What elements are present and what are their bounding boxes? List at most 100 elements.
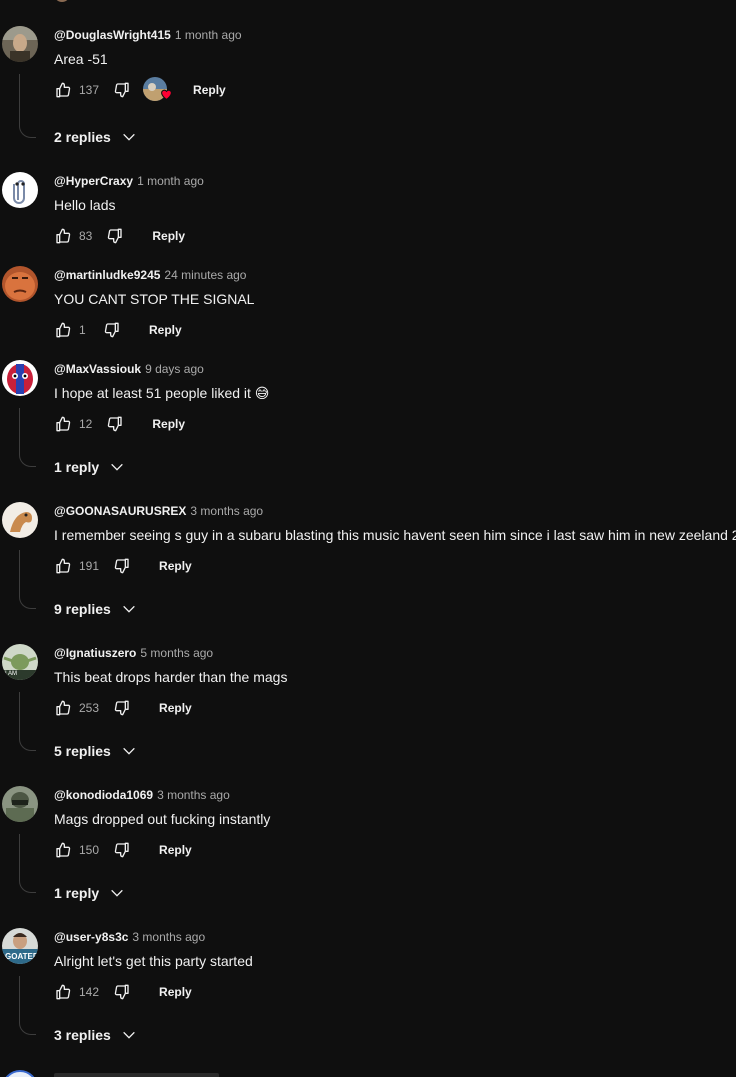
replies-count: 1 reply: [54, 459, 100, 475]
replies-toggle[interactable]: 1 reply: [54, 883, 125, 903]
comment-actions: 83 Reply: [54, 224, 185, 248]
reply-button[interactable]: Reply: [159, 559, 192, 573]
like-icon[interactable]: [54, 321, 72, 339]
chevron-down-icon: [109, 885, 125, 901]
reply-button[interactable]: Reply: [159, 701, 192, 715]
like-count: 150: [79, 843, 100, 857]
chevron-down-icon: [121, 129, 137, 145]
partial-avatar: [2, 1070, 38, 1077]
comment-author[interactable]: @Ignatiuszero: [54, 646, 136, 660]
replies-toggle[interactable]: 3 replies: [54, 1025, 137, 1045]
thread-connector: [19, 550, 36, 609]
dislike-icon[interactable]: [113, 699, 131, 717]
thread-connector: [19, 692, 36, 751]
thread-connector: [19, 976, 36, 1035]
reply-button[interactable]: Reply: [193, 83, 226, 97]
reply-button[interactable]: Reply: [159, 843, 192, 857]
spider-avatar[interactable]: [2, 360, 38, 396]
like-count: 142: [79, 985, 100, 999]
comment-thread: @DouglasWright415 1 month ago Area -51 13…: [0, 26, 736, 151]
dislike-icon[interactable]: [106, 415, 124, 433]
comment-time[interactable]: 1 month ago: [137, 174, 204, 188]
comment-author[interactable]: @konodioda1069: [54, 788, 153, 802]
thread-connector: [19, 408, 36, 467]
comment-text: Hello lads: [54, 197, 116, 213]
like-icon[interactable]: [54, 557, 72, 575]
comment-thread: GOATED @user-y8s3c 3 months ago Alright l…: [0, 928, 736, 1053]
comment-time[interactable]: 3 months ago: [190, 504, 263, 518]
comment-thread: @GOONASAURUSREX 3 months ago I remember s…: [0, 502, 736, 627]
yoda-avatar[interactable]: I AM: [2, 644, 38, 680]
comment-time[interactable]: 9 days ago: [145, 362, 204, 376]
reply-button[interactable]: Reply: [152, 417, 185, 431]
comments-section: @DouglasWright415 1 month ago Area -51 13…: [0, 0, 736, 1077]
comment-author[interactable]: @DouglasWright415: [54, 28, 171, 42]
comment-actions: 142 Reply: [54, 980, 192, 1004]
comment-text: Mags dropped out fucking instantly: [54, 811, 271, 827]
comment-text: I remember seeing s guy in a subaru blas…: [54, 527, 736, 543]
paperclip-avatar[interactable]: [2, 172, 38, 208]
reply-button[interactable]: Reply: [159, 985, 192, 999]
comment-author[interactable]: @GOONASAURUSREX: [54, 504, 186, 518]
chevron-down-icon: [121, 1027, 137, 1043]
comment-actions: 191 Reply: [54, 554, 192, 578]
dislike-icon[interactable]: [113, 983, 131, 1001]
replies-toggle[interactable]: 5 replies: [54, 741, 137, 761]
dino-avatar[interactable]: [2, 502, 38, 538]
replies-toggle[interactable]: 1 reply: [54, 457, 125, 477]
like-icon[interactable]: [54, 983, 72, 1001]
like-count: 137: [79, 83, 100, 97]
comment-actions: 137 Reply: [54, 77, 226, 103]
comment-thread: @martinludke9245 24 minutes ago YOU CANT …: [0, 266, 736, 346]
like-count: 191: [79, 559, 100, 573]
partial-next-comment: [0, 1068, 736, 1077]
partial-meta-bar: [54, 1073, 219, 1077]
comment-time[interactable]: 3 months ago: [157, 788, 230, 802]
like-icon[interactable]: [54, 415, 72, 433]
reply-button[interactable]: Reply: [152, 229, 185, 243]
comment-thread: @MaxVassiouk 9 days ago I hope at least 5…: [0, 360, 736, 485]
portrait-avatar[interactable]: [2, 26, 38, 62]
like-count: 253: [79, 701, 100, 715]
replies-toggle[interactable]: 9 replies: [54, 599, 137, 619]
replies-toggle[interactable]: 2 replies: [54, 127, 137, 147]
comment-thread: I AM @Ignatiuszero 5 months ago This beat…: [0, 644, 736, 769]
soldier-avatar[interactable]: [2, 786, 38, 822]
replies-count: 1 reply: [54, 885, 100, 901]
reply-button[interactable]: Reply: [149, 323, 182, 337]
comment-time[interactable]: 24 minutes ago: [164, 268, 246, 282]
comment-author[interactable]: @user-y8s3c: [54, 930, 128, 944]
comment-author[interactable]: @HyperCraxy: [54, 174, 133, 188]
avatar-text: I AM: [5, 671, 17, 677]
like-icon[interactable]: [54, 841, 72, 859]
dislike-icon[interactable]: [103, 321, 121, 339]
thread-connector: [19, 834, 36, 893]
dislike-icon[interactable]: [113, 81, 131, 99]
comment-actions: 253 Reply: [54, 696, 192, 720]
dislike-icon[interactable]: [106, 227, 124, 245]
creator-heart-badge: [143, 77, 172, 103]
comment-actions: 150 Reply: [54, 838, 192, 862]
replies-count: 3 replies: [54, 1027, 111, 1043]
comment-author[interactable]: @martinludke9245: [54, 268, 160, 282]
like-count: 83: [79, 229, 93, 243]
like-icon[interactable]: [54, 227, 72, 245]
comment-actions: 12 Reply: [54, 412, 185, 436]
chevron-down-icon: [121, 601, 137, 617]
thread-connector: [19, 74, 36, 138]
comment-thread: @konodioda1069 3 months ago Mags dropped …: [0, 786, 736, 911]
comment-text: Alright let's get this party started: [54, 953, 253, 969]
comment-time[interactable]: 5 months ago: [140, 646, 213, 660]
like-icon[interactable]: [54, 699, 72, 717]
like-count: 12: [79, 417, 93, 431]
face-avatar[interactable]: [2, 266, 38, 302]
dislike-icon[interactable]: [113, 841, 131, 859]
comment-text: Area -51: [54, 51, 108, 67]
goated-avatar[interactable]: GOATED: [2, 928, 38, 964]
dislike-icon[interactable]: [113, 557, 131, 575]
comment-time[interactable]: 3 months ago: [132, 930, 205, 944]
like-icon[interactable]: [54, 81, 72, 99]
comment-author[interactable]: @MaxVassiouk: [54, 362, 141, 376]
comment-time[interactable]: 1 month ago: [175, 28, 242, 42]
comment-text: I hope at least 51 people liked it 😅: [54, 385, 270, 401]
